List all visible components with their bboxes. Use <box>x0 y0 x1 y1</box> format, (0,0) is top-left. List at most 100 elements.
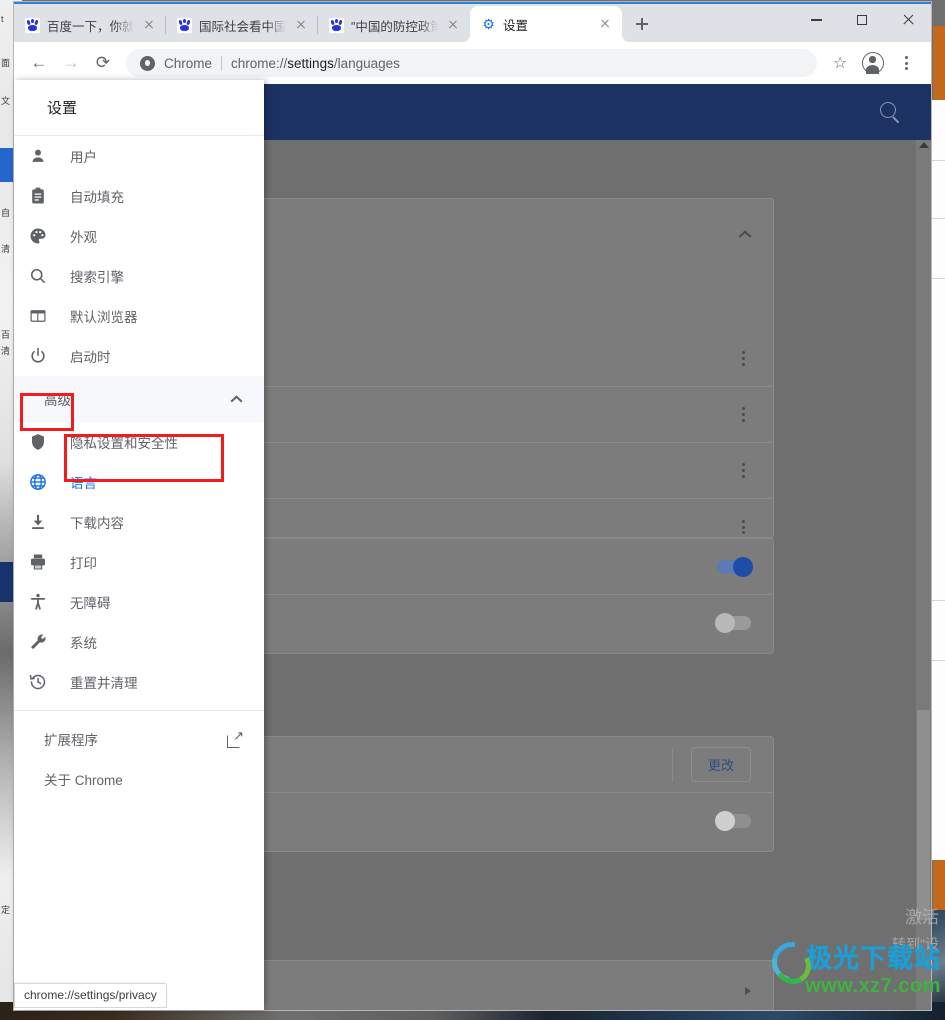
browser-menu-kebab-icon[interactable] <box>891 48 921 78</box>
history-icon <box>28 672 48 692</box>
external-link-icon[interactable] <box>227 728 244 748</box>
kebab-icon[interactable] <box>735 463 751 478</box>
baidu-paw-icon <box>177 17 192 33</box>
power-icon <box>28 346 48 366</box>
sidebar-item-label: 外观 <box>70 230 97 245</box>
drawer-divider <box>14 710 264 711</box>
browser-toolbar: ← → ⟳ Chrome chrome://settings/languages… <box>14 42 931 84</box>
baidu-paw-icon <box>329 17 344 33</box>
kebab-icon[interactable] <box>735 519 751 535</box>
search-icon <box>28 266 48 286</box>
tab-0[interactable]: 百度一下，你就知道 <box>14 8 166 42</box>
sidebar-item-label: 高级 <box>44 393 71 408</box>
forward-button[interactable]: → <box>56 48 86 78</box>
sidebar-item-search-engine[interactable]: 搜索引擎 <box>14 256 264 296</box>
sidebar-item-label: 默认浏览器 <box>70 310 138 325</box>
reload-button[interactable]: ⟳ <box>88 48 118 78</box>
sidebar-item-advanced[interactable]: 高级 <box>14 376 264 422</box>
kebab-icon[interactable] <box>735 407 751 422</box>
printer-icon <box>28 552 48 572</box>
page-scrollbar[interactable] <box>916 140 931 1010</box>
palette-icon <box>28 226 48 246</box>
sidebar-item-default-browser[interactable]: 默认浏览器 <box>14 296 264 336</box>
sidebar-item-languages[interactable]: 语言 <box>14 462 264 502</box>
row-divider <box>671 747 673 782</box>
address-bar-url: chrome://settings/languages <box>231 55 400 71</box>
arrow-right-icon[interactable] <box>745 986 751 995</box>
scroll-up-arrow-icon[interactable] <box>919 142 929 148</box>
sidebar-item-downloads[interactable]: 下载内容 <box>14 502 264 542</box>
sidebar-item-label: 语言 <box>70 476 97 491</box>
back-button[interactable]: ← <box>24 48 54 78</box>
tab-close-button[interactable] <box>141 17 157 33</box>
accessibility-icon <box>28 592 48 612</box>
sidebar-item-on-startup[interactable]: 启动时 <box>14 336 264 376</box>
sidebar-item-privacy-security[interactable]: 隐私设置和安全性 <box>14 422 264 462</box>
bookmark-star-icon[interactable]: ☆ <box>825 48 855 78</box>
site-watermark: 极光下载站 www.xz7.com <box>770 938 941 998</box>
window-controls <box>793 4 931 36</box>
tab-close-button[interactable] <box>597 16 613 32</box>
sidebar-item-printing[interactable]: 打印 <box>14 542 264 582</box>
chevron-up-icon[interactable] <box>737 228 751 242</box>
activate-line-1: 激活 <box>905 908 939 927</box>
drawer-title: 设置 <box>14 80 264 136</box>
sidebar-item-label: 系统 <box>70 636 97 651</box>
close-window-button[interactable] <box>885 4 931 36</box>
minimize-button[interactable] <box>793 4 839 36</box>
address-bar[interactable]: Chrome chrome://settings/languages <box>126 49 817 77</box>
person-icon <box>28 146 48 166</box>
sidebar-item-label: 自动填充 <box>70 190 124 205</box>
status-bar-url-bubble: chrome://settings/privacy <box>14 983 167 1008</box>
ask-save-location-toggle[interactable] <box>715 811 751 831</box>
sidebar-item-label: 隐私设置和安全性 <box>70 436 178 451</box>
swirl-logo-icon <box>770 940 804 974</box>
omnibox-divider <box>221 55 223 71</box>
sidebar-item-label: 下载内容 <box>70 516 124 531</box>
chrome-shield-icon <box>140 55 155 71</box>
sidebar-item-label: 扩展程序 <box>44 733 98 748</box>
gear-icon: ⚙ <box>482 15 495 32</box>
sidebar-item-reset-cleanup[interactable]: 重置并清理 <box>14 662 264 702</box>
tab-1[interactable]: 国际社会看中国优化 <box>165 8 318 42</box>
tab-close-button[interactable] <box>293 17 309 33</box>
tab-title: 百度一下，你就知道 <box>47 19 134 34</box>
tab-title: 国际社会看中国优化 <box>199 19 286 34</box>
sidebar-item-label: 无障碍 <box>70 596 111 611</box>
translate-toggle[interactable] <box>717 556 753 577</box>
tab-strip: 百度一下，你就知道 国际社会看中国优化 "中国的防控政策科学 ⚙ 设置 <box>14 4 931 42</box>
sidebar-item-appearance[interactable]: 外观 <box>14 216 264 256</box>
sidebar-item-label: 启动时 <box>70 350 111 365</box>
new-tab-button[interactable] <box>628 10 656 38</box>
scrollbar-thumb[interactable] <box>917 710 930 920</box>
change-download-location-button[interactable]: 更改 <box>690 747 751 782</box>
sidebar-item-label: 重置并清理 <box>70 676 138 691</box>
tab-2[interactable]: "中国的防控政策科学 <box>317 8 470 42</box>
sidebar-item-system[interactable]: 系统 <box>14 622 264 662</box>
globe-icon <box>28 472 48 492</box>
spellcheck-toggle[interactable] <box>715 613 751 633</box>
sidebar-item-label: 关于 Chrome <box>44 773 123 788</box>
profile-avatar-icon[interactable] <box>858 48 888 78</box>
sidebar-item-label: 用户 <box>70 150 97 165</box>
maximize-button[interactable] <box>839 4 885 36</box>
sidebar-item-accessibility[interactable]: 无障碍 <box>14 582 264 622</box>
watermark-site-name: 极光下载站 <box>805 943 941 973</box>
sidebar-item-label: 打印 <box>70 556 97 571</box>
tab-close-button[interactable] <box>445 17 461 33</box>
sidebar-item-label: 搜索引擎 <box>70 270 124 285</box>
baidu-paw-icon <box>25 17 40 33</box>
tab-3-settings[interactable]: ⚙ 设置 <box>470 6 622 42</box>
sidebar-item-about-chrome[interactable]: 关于 Chrome <box>14 759 264 799</box>
search-icon[interactable] <box>879 101 901 123</box>
sidebar-item-user[interactable]: 用户 <box>14 136 264 176</box>
clipboard-icon <box>28 186 48 206</box>
kebab-icon[interactable] <box>735 351 751 366</box>
security-label: Chrome <box>164 55 213 71</box>
download-icon <box>28 512 48 532</box>
sidebar-item-extensions[interactable]: 扩展程序 <box>14 719 264 759</box>
tab-title: 设置 <box>503 18 529 33</box>
sidebar-item-autofill[interactable]: 自动填充 <box>14 176 264 216</box>
chevron-up-icon[interactable] <box>230 393 242 405</box>
shield-icon <box>28 432 48 452</box>
